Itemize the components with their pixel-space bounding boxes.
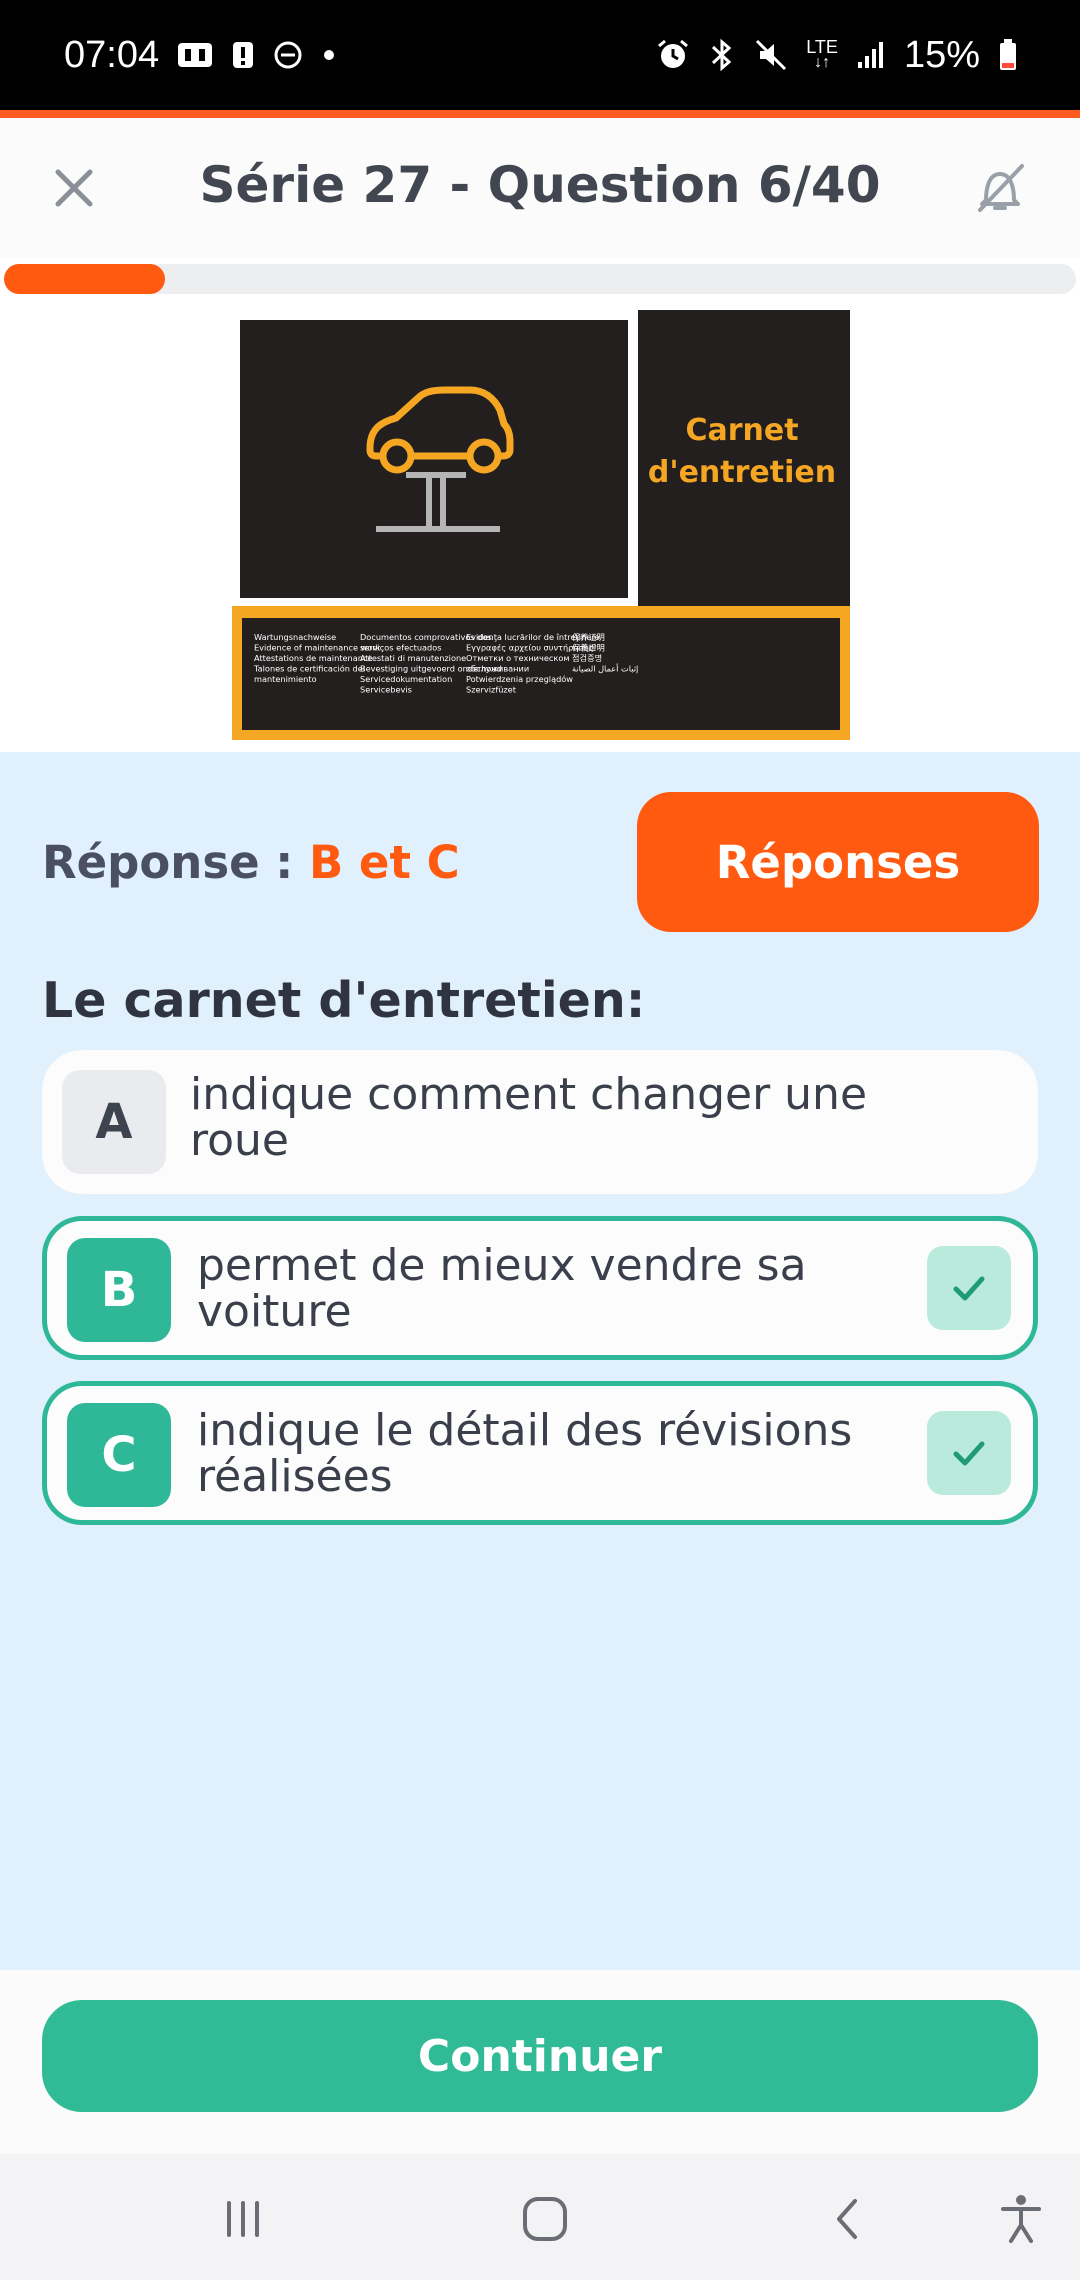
status-right: LTE ↓↑ 15% [656,34,1018,77]
answer-summary: Réponse : B et C [42,836,460,889]
booklet-footer-text: Attestations de maintenance [254,653,372,663]
transfer-arrows-icon: ↓↑ [814,54,831,71]
answer-value: B et C [308,836,460,889]
bluetooth-icon [708,38,736,72]
booklet-title-line2: d'entretien [648,455,836,490]
question-text: Le carnet d'entretien: [42,972,646,1029]
progress-fill [4,264,165,294]
dot-icon [321,47,337,63]
header-accent-line [0,110,1080,118]
media-icon [177,40,213,70]
booklet-footer-text: Servicedokumentation [360,674,452,684]
option-text: indique le détail des révisions réalisée… [197,1408,887,1500]
option-text-line: indique comment changer une [190,1069,868,1120]
option-a[interactable]: A indique comment changer une roue [42,1050,1038,1194]
status-time: 07:04 [64,33,160,76]
accessibility-icon [1001,2195,1041,2243]
option-text: permet de mieux vendre sa voiture [197,1243,887,1335]
option-text-line: indique le détail des révisions [197,1405,853,1456]
booklet-footer-text: Talones de certificación del [253,664,365,674]
option-letter: C [67,1403,171,1507]
alert-icon [231,40,255,70]
option-text: indique comment changer une roue [190,1072,880,1164]
system-nav-bar [0,2154,1080,2280]
option-c[interactable]: C indique le détail des révisions réalis… [42,1381,1038,1525]
alarm-icon [656,38,690,72]
back-button[interactable] [812,2184,882,2254]
option-b[interactable]: B permet de mieux vendre sa voiture [42,1216,1038,1360]
booklet-footer-text: Potwierdzenia przeglądów [466,674,573,684]
progress-bar [4,264,1076,294]
booklet-title-line1: Carnet [685,413,798,448]
battery-percent: 15% [903,33,980,76]
booklet-footer-text: 保养证明 [572,632,605,642]
booklet-footer-text: обслуживании [466,664,529,674]
bottom-action-area: Continuer [0,1970,1080,2154]
home-button[interactable] [510,2184,580,2254]
booklet-footer-text: 점검증명 [572,653,602,663]
option-text-line: réalisées [197,1451,393,1502]
header: Série 27 - Question 6/40 [0,118,1080,258]
reponses-button[interactable]: Réponses [637,792,1039,932]
dnd-icon [273,40,303,70]
option-text-line: voiture [197,1286,352,1337]
signal-icon [856,40,886,70]
booklet-footer-text: Szervizfüzet [466,685,517,695]
mute-icon [754,38,788,72]
sound-off-icon [978,164,1024,212]
maintenance-booklet-image: Carnet d'entretien WartungsnachweiseEvid… [232,310,850,740]
sound-toggle-button[interactable] [970,158,1030,218]
status-left: 07:04 [64,34,337,77]
option-letter: A [62,1070,166,1174]
booklet-footer-text: إثبات أعمال الصيانة [572,664,638,675]
page-title: Série 27 - Question 6/40 [199,156,881,214]
booklet-footer-text: Servicebevis [360,685,412,695]
answer-label: Réponse : [42,836,309,889]
selected-indicator [927,1246,1011,1330]
answer-area: Réponse : B et C Réponses Le carnet d'en… [0,752,1080,1970]
option-letter: B [67,1238,171,1342]
booklet-footer-text: mantenimiento [254,674,317,684]
continue-button[interactable]: Continuer [42,2000,1038,2112]
recents-button[interactable] [208,2184,278,2254]
booklet-footer-text: 保養證明 [572,643,605,653]
check-icon [953,1276,985,1301]
recents-icon [227,2201,259,2237]
lte-icon: LTE ↓↑ [806,37,838,71]
status-bar: 07:04 LTE ↓↑ 15% [0,0,1080,110]
home-icon [523,2197,567,2241]
selected-indicator [927,1411,1011,1495]
network-label: LTE [806,37,838,57]
booklet-footer-text: Attestati di manutenzione [360,653,466,663]
battery-icon [998,38,1018,72]
accessibility-button[interactable] [986,2184,1056,2254]
check-icon [953,1441,985,1466]
booklet-footer-text: Отметки о техническом [466,653,570,663]
option-text-line: permet de mieux vendre sa [197,1240,807,1291]
option-text-line: roue [190,1115,289,1166]
booklet-footer-text: Wartungsnachweise [254,632,336,642]
booklet-footer-text: serviços efectuados [360,643,442,653]
back-icon [837,2199,857,2239]
question-image-area: Carnet d'entretien Wartungsnachweise Evid… [0,300,1080,752]
